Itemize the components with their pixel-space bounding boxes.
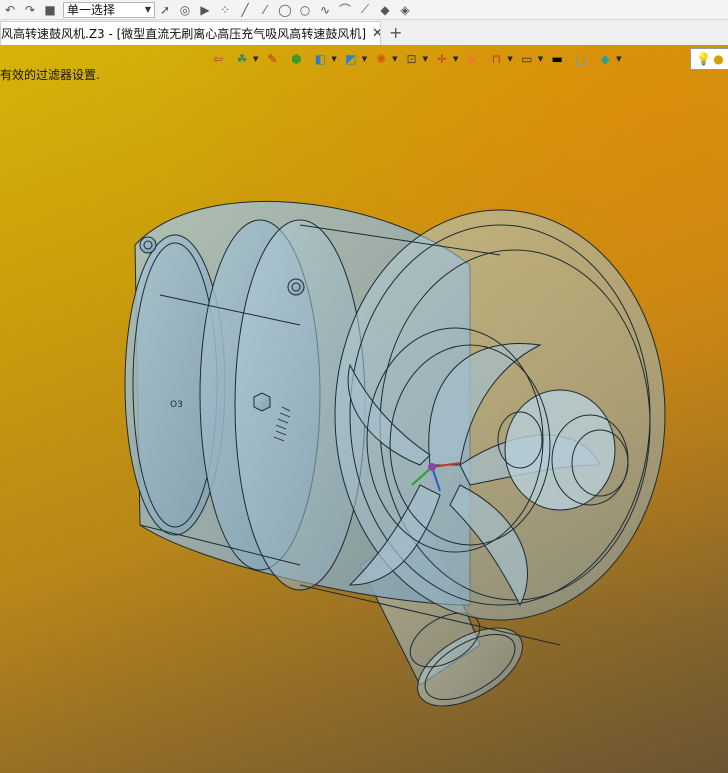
cube-view-icon[interactable]: ◧ bbox=[310, 50, 330, 68]
chevron-down-icon[interactable]: ▼ bbox=[392, 55, 397, 63]
chevron-down-icon: ▼ bbox=[144, 5, 151, 14]
layer-icon[interactable]: ◆ bbox=[595, 50, 615, 68]
document-tab-bar: 风高转速鼓风机.Z3 - [微型直流无刷离心高压充气吸风高转速鼓风机] ✕ + bbox=[0, 20, 728, 46]
selection-mode-value: 单一选择 bbox=[67, 3, 116, 17]
brush-icon[interactable]: ✎ bbox=[262, 50, 282, 68]
exit-icon[interactable]: ⇦ bbox=[208, 50, 228, 68]
background-color-icon[interactable]: □ bbox=[571, 50, 591, 68]
chevron-down-icon[interactable]: ▼ bbox=[362, 55, 367, 63]
chevron-down-icon[interactable]: ▼ bbox=[616, 55, 621, 63]
circle-icon-2[interactable]: ○ bbox=[295, 0, 315, 19]
blower-fan-model[interactable]: O3 bbox=[0, 45, 728, 773]
display-icon[interactable]: ▭ bbox=[517, 50, 537, 68]
point-icon[interactable]: ⁘ bbox=[215, 0, 235, 19]
shape-icon[interactable]: ◆ bbox=[375, 0, 395, 19]
light-bulb-icon: 💡 bbox=[696, 52, 712, 66]
light-circle-icon: ● bbox=[713, 52, 724, 66]
plane-icon[interactable]: ▣ bbox=[462, 50, 482, 68]
stop-icon[interactable]: ■ bbox=[40, 0, 60, 19]
spline-icon[interactable]: ⌒ bbox=[335, 0, 355, 19]
box-icon[interactable]: ◈ bbox=[395, 0, 415, 19]
curve-icon[interactable]: ∿ bbox=[315, 0, 335, 19]
filter-icon[interactable]: ◎ bbox=[175, 0, 195, 19]
redo-icon[interactable]: ↷ bbox=[20, 0, 40, 19]
close-icon[interactable]: ✕ bbox=[372, 26, 380, 41]
line-icon[interactable]: ╱ bbox=[235, 0, 255, 19]
section-view-icon[interactable]: ◩ bbox=[341, 50, 361, 68]
undo-icon[interactable]: ↶ bbox=[0, 0, 20, 19]
model-engraving-label: O3 bbox=[170, 400, 183, 410]
lighting-toggle[interactable]: 💡 ● bbox=[690, 48, 728, 70]
add-tab-button[interactable]: + bbox=[389, 23, 402, 42]
chevron-down-icon[interactable]: ▼ bbox=[253, 55, 258, 63]
play-icon[interactable]: ▶ bbox=[195, 0, 215, 19]
solid-shaded-icon[interactable]: ⬢ bbox=[286, 50, 306, 68]
dimension-icon[interactable]: ⊓ bbox=[486, 50, 506, 68]
chevron-down-icon[interactable]: ▼ bbox=[331, 55, 336, 63]
line-color-icon[interactable]: ▬ bbox=[547, 50, 567, 68]
pointer-icon[interactable]: ➚ bbox=[155, 0, 175, 19]
axis-icon[interactable]: ✛ bbox=[432, 50, 452, 68]
document-tab[interactable]: 风高转速鼓风机.Z3 - [微型直流无刷离心高压充气吸风高转速鼓风机] ✕ bbox=[0, 21, 381, 45]
selection-mode-select[interactable]: 单一选择 ▼ bbox=[63, 1, 155, 18]
3d-viewport[interactable]: 有效的过滤器设置. ⇦ ☘ ▼ ✎ ⬢ ◧ ▼ ◩ ▼ ✺ ▼ ⊡ ▼ ✛ ▼ ▣ ⊓ ▼ ▭… bbox=[0, 45, 728, 773]
document-title: 风高转速鼓风机.Z3 - [微型直流无刷离心高压充气吸风高转速鼓风机] bbox=[1, 27, 366, 41]
view-toolbar: ⇦ ☘ ▼ ✎ ⬢ ◧ ▼ ◩ ▼ ✺ ▼ ⊡ ▼ ✛ ▼ ▣ ⊓ ▼ ▭ ▼ ▬ □ ◆ ▼ bbox=[208, 48, 622, 70]
zoom-fit-icon[interactable]: ⊡ bbox=[402, 50, 422, 68]
arc-icon[interactable]: ⁄ bbox=[255, 0, 275, 19]
chevron-down-icon[interactable]: ▼ bbox=[507, 55, 512, 63]
status-message: 有效的过滤器设置. bbox=[0, 68, 100, 82]
render-mode-icon[interactable]: ☘ bbox=[232, 50, 252, 68]
top-toolbar: ↶ ↷ ■ 单一选择 ▼ ➚ ◎ ▶ ⁘ ╱ ⁄ ◯ ○ ∿ ⌒ ⟋ ◆ ◈ bbox=[0, 0, 728, 20]
chevron-down-icon[interactable]: ▼ bbox=[538, 55, 543, 63]
chevron-down-icon[interactable]: ▼ bbox=[453, 55, 458, 63]
sketch-icon[interactable]: ⟋ bbox=[355, 0, 375, 19]
circle-icon[interactable]: ◯ bbox=[275, 0, 295, 19]
light-settings-icon[interactable]: ✺ bbox=[371, 50, 391, 68]
chevron-down-icon[interactable]: ▼ bbox=[423, 55, 428, 63]
